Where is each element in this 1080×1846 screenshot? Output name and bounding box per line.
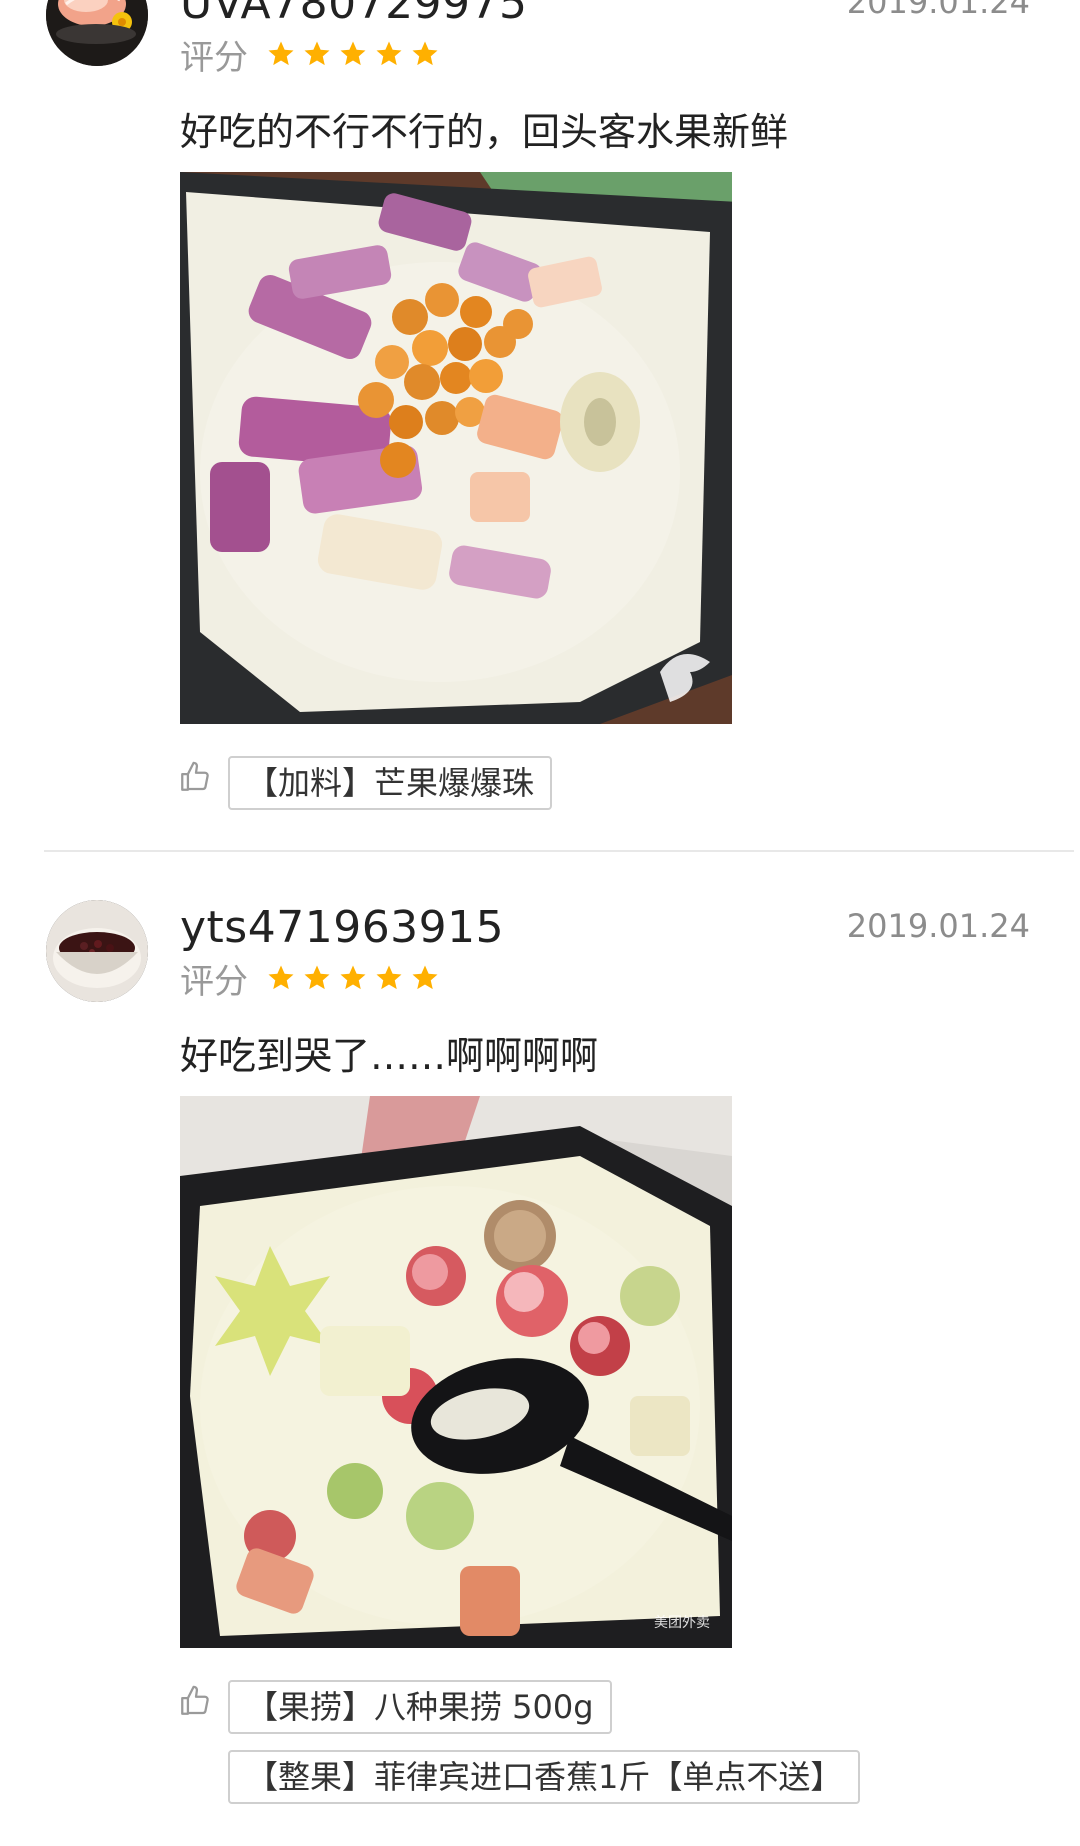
photo-watermark: 美团外卖 bbox=[654, 1615, 710, 1631]
star-icon bbox=[340, 965, 366, 990]
star-icon bbox=[268, 41, 294, 66]
review-divider bbox=[44, 850, 1074, 852]
star-icon bbox=[412, 41, 438, 66]
rating-label: 评分 bbox=[180, 961, 248, 1002]
username: UVA780729975 bbox=[180, 0, 528, 29]
star-icon bbox=[376, 965, 402, 990]
star-icon bbox=[412, 965, 438, 990]
avatar[interactable] bbox=[46, 900, 148, 1002]
review-photo[interactable]: 美团外卖 bbox=[180, 1096, 732, 1648]
star-icon bbox=[304, 965, 330, 990]
star-icon bbox=[340, 41, 366, 66]
rating-row: 评分 bbox=[180, 956, 440, 1002]
review-date: 2019.01.24 bbox=[846, 0, 1030, 21]
star-icon bbox=[376, 41, 402, 66]
thumbs-up-icon[interactable] bbox=[178, 760, 212, 794]
ordered-item-tag[interactable]: 【加料】芒果爆爆珠 bbox=[228, 756, 553, 810]
star-rating bbox=[266, 963, 440, 993]
review-date: 2019.01.24 bbox=[846, 907, 1030, 945]
thumbs-up-icon[interactable] bbox=[178, 1684, 212, 1718]
review-comment: 好吃的不行不行的，回头客水果新鲜 bbox=[180, 110, 789, 154]
ordered-item-tag[interactable]: 【整果】菲律宾进口香蕉1斤【单点不送】 bbox=[228, 1750, 861, 1804]
avatar[interactable] bbox=[46, 0, 148, 66]
username: yts471963915 bbox=[180, 902, 505, 953]
star-icon bbox=[268, 965, 294, 990]
rating-row: 评分 bbox=[180, 32, 440, 78]
review-comment: 好吃到哭了……啊啊啊啊 bbox=[180, 1034, 599, 1078]
rating-label: 评分 bbox=[180, 37, 248, 78]
star-rating bbox=[266, 39, 440, 69]
review-photo[interactable] bbox=[180, 172, 732, 724]
ordered-item-tag[interactable]: 【果捞】八种果捞 500g bbox=[228, 1680, 612, 1734]
star-icon bbox=[304, 41, 330, 66]
